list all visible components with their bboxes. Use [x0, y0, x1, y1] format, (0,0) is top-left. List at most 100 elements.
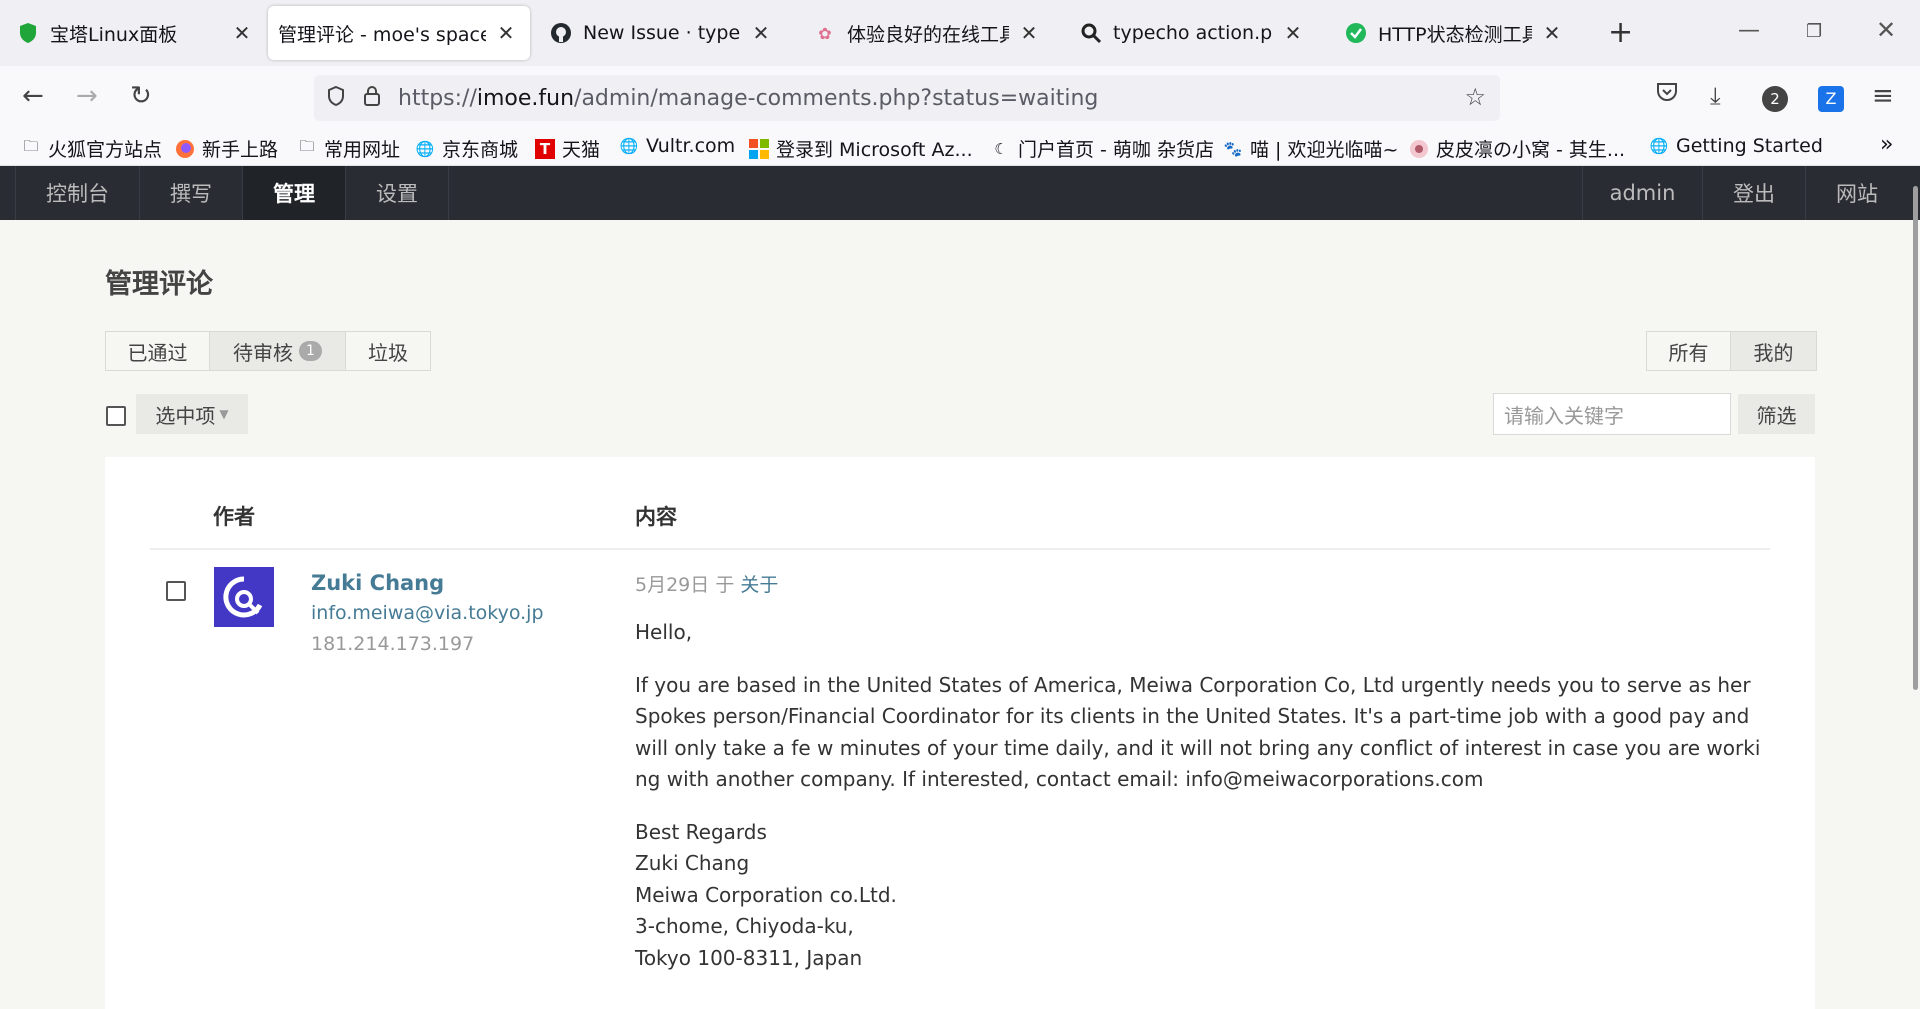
- comment-meta: 5月29日 于 关于: [635, 570, 778, 597]
- tab-title: New Issue · typecho/: [583, 22, 741, 44]
- bookmark-meow[interactable]: 🐾 喵 | 欢迎光临喵~: [1222, 135, 1399, 162]
- filter-button[interactable]: 筛选: [1738, 394, 1815, 434]
- bookmark-firefox-sites[interactable]: 🗀 火狐官方站点: [20, 135, 162, 162]
- close-icon[interactable]: ✕: [1540, 21, 1564, 45]
- browser-toolbar: ← → ↻ https://imoe.fun/admin/manage-comm…: [0, 66, 1920, 128]
- comments-table: 作者 内容 Zuki Chang info.meiwa@via.tokyo.jp…: [105, 457, 1815, 1009]
- nav-dashboard[interactable]: 控制台: [15, 166, 140, 220]
- comment-on-label: 于: [715, 574, 735, 596]
- tab-waiting[interactable]: 待审核 1: [210, 331, 346, 371]
- column-author: 作者: [213, 505, 255, 529]
- close-icon[interactable]: ✕: [1017, 21, 1041, 45]
- tab-manage-comments[interactable]: 管理评论 - moe's space - ✕: [268, 6, 530, 60]
- tab-typecho-action[interactable]: typecho action.php ✕: [1063, 6, 1317, 60]
- column-content: 内容: [635, 505, 677, 529]
- nav-logout[interactable]: 登出: [1702, 166, 1805, 220]
- tab-title: HTTP状态检测工具，2: [1378, 23, 1532, 46]
- bookmark-pipilin[interactable]: 皮皮凛の小窝 - 其生...: [1408, 135, 1625, 162]
- waiting-count-badge: 1: [299, 341, 322, 361]
- tmall-icon: T: [534, 138, 556, 160]
- firefox-icon: [174, 138, 196, 160]
- folder-icon: 🗀: [23, 137, 39, 155]
- globe-icon: 🌐: [1649, 137, 1669, 155]
- page-scrollbar[interactable]: [1913, 186, 1918, 690]
- scope-mine[interactable]: 我的: [1731, 331, 1817, 371]
- bookmarks-bar: 🗀 火狐官方站点 新手上路 🗀 常用网址 🌐 京东商城 T 天猫 🌐 Vultr.com …: [0, 128, 1920, 166]
- page-title: 管理评论: [105, 269, 213, 300]
- scope-all[interactable]: 所有: [1646, 331, 1731, 371]
- comment-date: 5月29日: [635, 574, 710, 596]
- restore-icon[interactable]: ❐: [1806, 21, 1822, 42]
- bookmark-tmall[interactable]: T 天猫: [534, 135, 600, 162]
- account-badge[interactable]: 2: [1762, 80, 1788, 112]
- tab-new-issue[interactable]: New Issue · typecho/ ✕: [533, 6, 785, 60]
- url-text[interactable]: https://imoe.fun/admin/manage-comments.p…: [398, 86, 1098, 111]
- minimize-icon[interactable]: —: [1738, 18, 1760, 43]
- extension-icon[interactable]: Z: [1818, 80, 1844, 112]
- bookmark-common-sites[interactable]: 🗀 常用网址: [296, 135, 400, 162]
- nav-manage[interactable]: 管理: [243, 166, 346, 220]
- nav-user[interactable]: admin: [1582, 166, 1702, 220]
- bookmark-azure[interactable]: 登录到 Microsoft Az...: [748, 135, 973, 162]
- bookmark-moeka[interactable]: ☾ 门户首页 - 萌咖 杂货店: [990, 135, 1214, 162]
- comment-greeting: Hello,: [635, 620, 693, 644]
- nav-settings[interactable]: 设置: [346, 166, 449, 220]
- main-content: 管理评论 已通过 待审核 1 垃圾 所有 我的 选中项 ▼ 请输入关键字 筛选 作…: [0, 220, 1920, 1009]
- close-icon[interactable]: ✕: [749, 21, 773, 45]
- microsoft-icon: [748, 138, 770, 160]
- tab-title: typecho action.php: [1113, 22, 1273, 44]
- moon-icon: ☾: [994, 139, 1008, 158]
- bookmark-star-icon[interactable]: ☆: [1464, 83, 1486, 111]
- nav-site[interactable]: 网站: [1805, 166, 1908, 220]
- signature-line: Best Regards: [635, 819, 767, 844]
- search-input[interactable]: 请输入关键字: [1493, 393, 1731, 435]
- shield-tracking-icon[interactable]: [318, 85, 354, 112]
- signature-line: Tokyo 100-8311, Japan: [635, 945, 863, 970]
- status-tabs: 已通过 待审核 1 垃圾: [105, 331, 431, 371]
- github-icon: [549, 21, 573, 45]
- window-close-icon[interactable]: ✕: [1876, 16, 1896, 44]
- tab-baota[interactable]: 宝塔Linux面板 ✕: [0, 6, 266, 60]
- bookmark-getting-started-cn[interactable]: 新手上路: [174, 135, 278, 162]
- url-bar[interactable]: https://imoe.fun/admin/manage-comments.p…: [314, 75, 1500, 121]
- select-all-checkbox[interactable]: [106, 406, 126, 426]
- signature-line: Meiwa Corporation co.Ltd.: [635, 882, 897, 907]
- download-icon[interactable]: ⤓: [1710, 80, 1721, 112]
- search-icon: [1079, 21, 1103, 45]
- back-icon[interactable]: ←: [22, 80, 44, 112]
- author-email[interactable]: info.meiwa@via.tokyo.jp: [311, 602, 544, 624]
- avatar: [214, 567, 274, 627]
- bookmark-vultr[interactable]: 🌐 Vultr.com: [618, 135, 736, 157]
- scope-tabs: 所有 我的: [1646, 331, 1817, 371]
- reload-icon[interactable]: ↻: [130, 80, 152, 112]
- bookmarks-overflow-icon[interactable]: »: [1880, 132, 1893, 157]
- tab-title: 宝塔Linux面板: [50, 23, 178, 46]
- comment-post-link[interactable]: 关于: [740, 574, 778, 596]
- tab-spam[interactable]: 垃圾: [346, 331, 431, 371]
- forward-icon[interactable]: →: [76, 80, 98, 112]
- browser-tab-strip: 宝塔Linux面板 ✕ 管理评论 - moe's space - ✕ New I…: [0, 0, 1920, 66]
- comment-checkbox[interactable]: [166, 581, 186, 601]
- author-name[interactable]: Zuki Chang: [311, 571, 444, 595]
- nav-write[interactable]: 撰写: [140, 166, 243, 220]
- close-icon[interactable]: ✕: [230, 21, 254, 45]
- new-tab-icon[interactable]: +: [1608, 18, 1633, 48]
- pocket-icon[interactable]: [1655, 80, 1679, 114]
- close-icon[interactable]: ✕: [1281, 21, 1305, 45]
- globe-icon: 🌐: [415, 139, 435, 158]
- signature-line: Zuki Chang: [635, 851, 750, 875]
- tab-approved[interactable]: 已通过: [105, 331, 210, 371]
- tab-online-tools[interactable]: ✿ 体验良好的在线工具 | ✕: [797, 6, 1053, 60]
- bookmark-jd[interactable]: 🌐 京东商城: [414, 135, 518, 162]
- comment-body: If you are based in the United States of…: [635, 672, 1761, 792]
- bulk-actions-dropdown[interactable]: 选中项 ▼: [136, 394, 248, 434]
- paw-icon: 🐾: [1223, 139, 1243, 158]
- author-ip: 181.214.173.197: [311, 633, 475, 655]
- menu-icon[interactable]: ≡: [1872, 80, 1894, 112]
- lock-icon[interactable]: [354, 85, 390, 112]
- close-icon[interactable]: ✕: [494, 21, 518, 45]
- check-circle-icon: [1344, 21, 1368, 45]
- tab-http-status[interactable]: HTTP状态检测工具，2 ✕: [1328, 6, 1576, 60]
- bookmark-getting-started[interactable]: 🌐 Getting Started: [1648, 135, 1823, 157]
- admin-nav: 控制台 撰写 管理 设置 admin 登出 网站: [0, 166, 1920, 220]
